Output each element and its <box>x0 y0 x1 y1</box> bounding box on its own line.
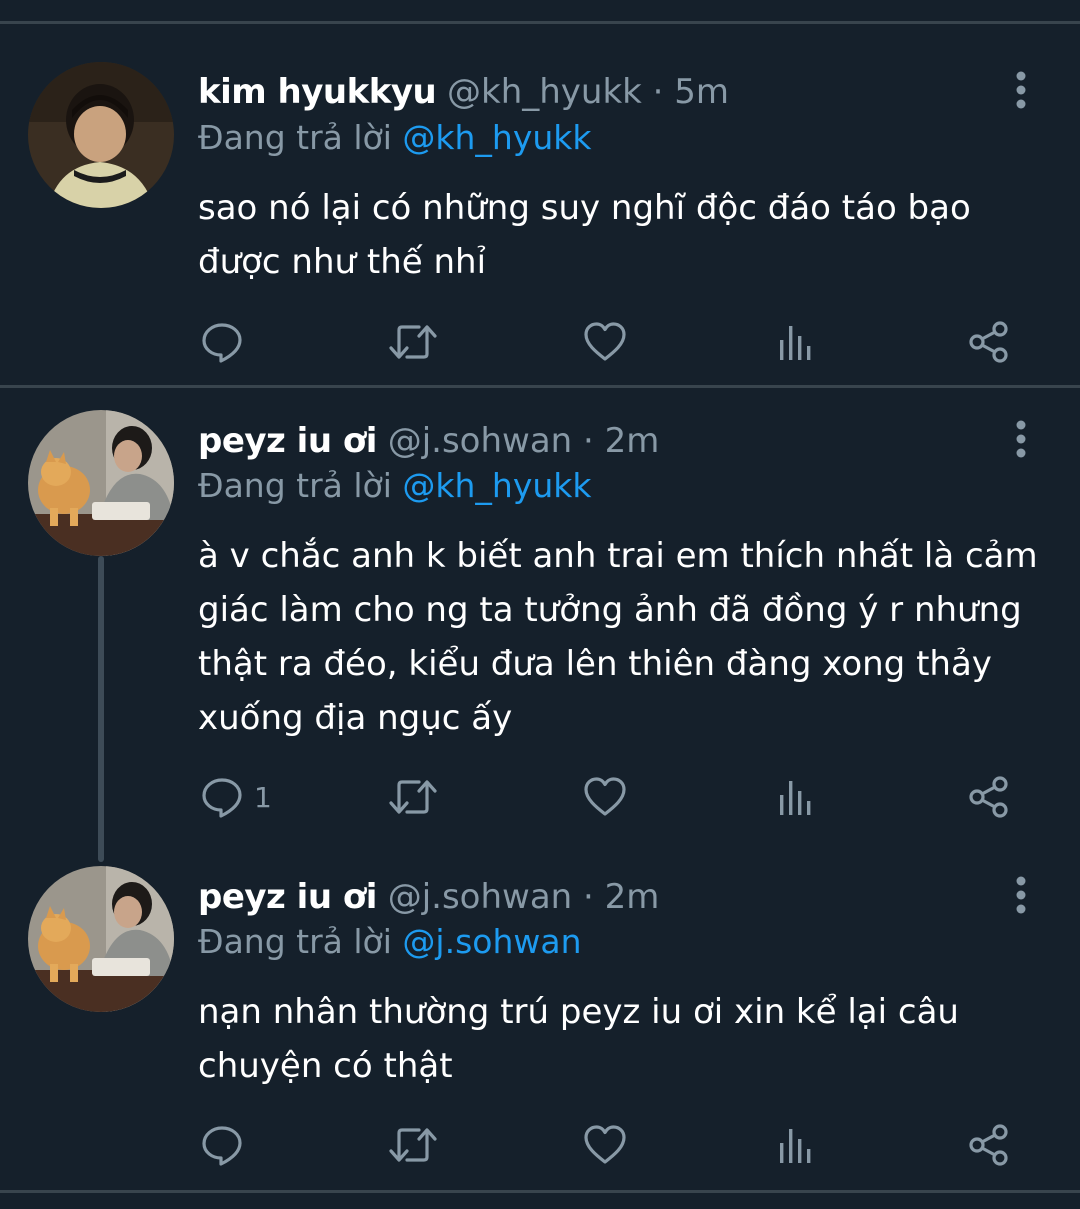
retweet-icon <box>389 1128 437 1162</box>
heart-icon <box>584 1125 626 1164</box>
share-button[interactable] <box>966 317 1012 367</box>
timestamp[interactable]: 2m <box>605 877 660 917</box>
reply-icon <box>202 778 242 818</box>
reply-button[interactable] <box>200 1120 254 1170</box>
display-name[interactable]: peyz iu ơi <box>198 877 377 917</box>
retweet-icon <box>389 325 437 359</box>
analytics-icon <box>780 781 811 815</box>
heart-icon <box>584 322 626 361</box>
more-vertical-icon <box>1016 876 1026 914</box>
analytics-button[interactable] <box>776 317 816 367</box>
tweet-text: nạn nhân thường trú peyz iu ơi xin kể lạ… <box>198 992 959 1086</box>
separator-dot: · <box>583 421 594 461</box>
divider-bottom <box>0 1190 1080 1193</box>
tweet-header: kim hyukkyu @kh_hyukk · 5m <box>198 68 729 116</box>
retweet-button[interactable] <box>388 772 438 822</box>
more-options-button[interactable] <box>1006 70 1036 110</box>
avatar[interactable] <box>28 866 174 1012</box>
reply-icon <box>202 1126 242 1166</box>
replying-to: Đang trả lời @j.sohwan <box>198 918 582 966</box>
tweet-text: à v chắc anh k biết anh trai em thích nh… <box>198 536 1038 738</box>
replying-to-mention[interactable]: @kh_hyukk <box>402 466 591 505</box>
share-button[interactable] <box>966 772 1012 822</box>
separator-dot: · <box>583 877 594 917</box>
separator-dot: · <box>652 72 664 112</box>
more-options-button[interactable] <box>1006 419 1036 459</box>
tweet-actions: 1 <box>0 772 1080 822</box>
like-button[interactable] <box>582 317 628 367</box>
retweet-button[interactable] <box>388 1120 438 1170</box>
display-name[interactable]: peyz iu ơi <box>198 421 377 461</box>
more-vertical-icon <box>1016 71 1026 109</box>
reply-button[interactable] <box>200 317 254 367</box>
analytics-button[interactable] <box>776 1120 816 1170</box>
replying-to: Đang trả lời @kh_hyukk <box>198 462 592 510</box>
heart-icon <box>584 777 626 816</box>
user-handle[interactable]: @kh_hyukk <box>447 72 642 112</box>
replying-to-mention[interactable]: @kh_hyukk <box>402 118 591 157</box>
like-button[interactable] <box>582 1120 628 1170</box>
avatar[interactable] <box>28 410 174 556</box>
analytics-icon <box>780 1129 811 1163</box>
analytics-icon <box>780 326 811 360</box>
avatar[interactable] <box>28 62 174 208</box>
reply-icon <box>202 323 242 363</box>
replying-to-label: Đang trả lời <box>198 118 392 157</box>
replying-to: Đang trả lời @kh_hyukk <box>198 114 592 162</box>
user-handle[interactable]: @j.sohwan <box>388 877 573 917</box>
user-handle[interactable]: @j.sohwan <box>388 421 573 461</box>
timestamp[interactable]: 5m <box>674 72 729 112</box>
replying-to-mention[interactable]: @j.sohwan <box>402 922 581 961</box>
tweet-header: peyz iu ơi @j.sohwan · 2m <box>198 873 659 921</box>
replying-to-label: Đang trả lời <box>198 922 392 961</box>
display-name[interactable]: kim hyukkyu <box>198 72 437 112</box>
divider-top <box>0 21 1080 24</box>
like-button[interactable] <box>582 772 628 822</box>
more-options-button[interactable] <box>1006 875 1036 915</box>
reply-count: 1 <box>254 780 272 814</box>
timestamp[interactable]: 2m <box>605 421 660 461</box>
retweet-button[interactable] <box>388 317 438 367</box>
reply-button[interactable]: 1 <box>200 772 272 822</box>
share-button[interactable] <box>966 1120 1012 1170</box>
more-vertical-icon <box>1016 420 1026 458</box>
tweet-header: peyz iu ơi @j.sohwan · 2m <box>198 417 659 465</box>
tweet-text: sao nó lại có những suy nghĩ độc đáo táo… <box>198 188 971 282</box>
divider <box>0 385 1080 388</box>
share-icon <box>969 776 1008 818</box>
share-icon <box>969 321 1008 363</box>
retweet-icon <box>389 780 437 814</box>
tweet-actions <box>0 1120 1080 1170</box>
replying-to-label: Đang trả lời <box>198 466 392 505</box>
analytics-button[interactable] <box>776 772 816 822</box>
share-icon <box>969 1124 1008 1166</box>
tweet-actions <box>0 317 1080 367</box>
